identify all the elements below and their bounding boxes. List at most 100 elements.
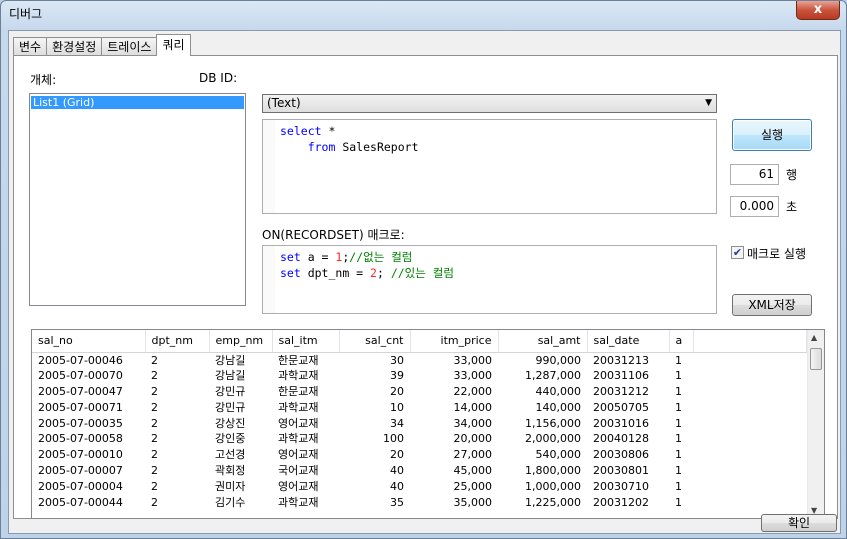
table-cell: 45,000: [453, 463, 493, 477]
result-grid[interactable]: sal_no dpt_nm emp_nm sal_itm sal_cnt itm…: [31, 329, 825, 519]
arrow-up-icon[interactable]: ▲: [811, 333, 817, 342]
column-header[interactable]: sal_date: [587, 330, 670, 353]
table-cell: 2: [151, 416, 158, 430]
table-row[interactable]: 2005-07-00046 2 강남길 한문교재 30 33,000 990,000 2003…: [32, 352, 806, 368]
scroll-thumb[interactable]: [810, 348, 822, 370]
table-row[interactable]: 2005-07-00010 2 고선경 영어교재 20 27,000 540,000 2003…: [32, 447, 806, 463]
table-cell: 강남길: [215, 369, 246, 383]
table-cell: 한문교재: [278, 353, 319, 367]
table-cell: 39: [390, 369, 404, 383]
object-list[interactable]: List1 (Grid): [29, 93, 246, 306]
table-cell: 1: [675, 495, 682, 509]
table-row[interactable]: 2005-07-00044 2 김기수 과학교재 35 35,000 1,225,000 20…: [32, 494, 806, 510]
table-cell: 2,000,000: [525, 432, 581, 446]
table-cell: 2: [151, 400, 158, 414]
column-header[interactable]: emp_nm: [209, 330, 273, 353]
table-cell: 2005-07-00007: [38, 463, 123, 477]
table-cell-empty: [693, 368, 806, 384]
table-cell: 35: [390, 495, 404, 509]
sql-keyword: from: [307, 139, 336, 154]
macro-run-label: 매크로 실행: [747, 247, 807, 261]
macro-text: set a = 1;//없는 컬럼 set dpt_nm = 2; //있는 컬…: [280, 250, 454, 281]
table-cell: 20031213: [593, 353, 649, 367]
tab-variables[interactable]: 변수: [13, 37, 48, 56]
table-cell-empty: [693, 399, 806, 415]
chevron-down-icon[interactable]: ▼: [705, 95, 712, 112]
object-label: 개체:: [30, 73, 57, 87]
ok-button[interactable]: 확인: [761, 514, 837, 532]
table-row[interactable]: 2005-07-00007 2 곽회정 국어교재 40 45,000 1,800,000 20…: [32, 463, 806, 479]
table-cell: 20030806: [593, 448, 649, 462]
list-item[interactable]: List1 (Grid): [31, 96, 244, 109]
table-cell: 20031212: [593, 384, 649, 398]
table-cell-empty: [693, 478, 806, 494]
seconds-field[interactable]: 0.000: [730, 196, 779, 217]
column-header[interactable]: itm_price: [410, 330, 499, 353]
table-cell: 34,000: [453, 416, 493, 430]
table-cell-empty: [693, 494, 806, 510]
table-cell: 10: [390, 400, 404, 414]
column-header[interactable]: sal_no: [32, 330, 146, 353]
column-header[interactable]: dpt_nm: [145, 330, 210, 353]
macro-comment: //있는 컬럼: [390, 265, 454, 280]
table-row[interactable]: 2005-07-00058 2 강인중 과학교재 100 20,000 2,000,000 2…: [32, 431, 806, 447]
table-cell: 2005-07-00044: [38, 495, 123, 509]
macro-editor[interactable]: set a = 1;//없는 컬럼 set dpt_nm = 2; //있는 컬…: [262, 245, 717, 314]
result-table: sal_no dpt_nm emp_nm sal_itm sal_cnt itm…: [32, 330, 807, 510]
rows-count-field[interactable]: 61: [730, 164, 779, 185]
table-cell: 1,225,000: [525, 495, 581, 509]
table-cell-empty: [693, 463, 806, 479]
table-cell: 34: [390, 416, 404, 430]
macro-run-checkbox[interactable]: ✔: [731, 246, 744, 259]
table-cell: 1: [675, 400, 682, 414]
seconds-unit-label: 초: [786, 200, 798, 214]
table-cell: 1: [675, 416, 682, 430]
tab-query[interactable]: 쿼리: [156, 34, 191, 56]
table-cell: 강상진: [215, 416, 246, 430]
table-cell: 강남길: [215, 353, 246, 367]
dbid-select[interactable]: (Text) ▼: [262, 94, 717, 113]
table-cell: 2005-07-00035: [38, 416, 123, 430]
table-cell-empty: [693, 447, 806, 463]
table-row[interactable]: 2005-07-00047 2 강민규 한문교재 20 22,000 440,000 2003…: [32, 384, 806, 400]
sql-text: select * from SalesReport: [280, 124, 419, 155]
column-header[interactable]: sal_itm: [272, 330, 340, 353]
table-row[interactable]: 2005-07-00071 2 강민규 과학교재 10 14,000 140,000 2005…: [32, 399, 806, 415]
table-cell: 2: [151, 353, 158, 367]
table-cell: 김기수: [215, 495, 246, 509]
table-cell: 1,800,000: [525, 463, 581, 477]
column-header[interactable]: sal_amt: [498, 330, 588, 353]
table-cell: 1,156,000: [525, 416, 581, 430]
macro-text-part: a =: [300, 250, 336, 264]
table-cell: 20040128: [593, 432, 649, 446]
sql-keyword: select: [280, 124, 322, 138]
table-cell: 1: [675, 463, 682, 477]
table-cell: 40: [390, 479, 404, 493]
checkmark-icon: ✔: [732, 246, 743, 259]
table-cell: 영어교재: [278, 448, 319, 462]
table-cell: 33,000: [453, 369, 493, 383]
table-cell: 강민규: [215, 384, 246, 398]
rows-unit-label: 행: [786, 168, 798, 182]
column-header[interactable]: a: [669, 330, 694, 353]
dbid-label: DB ID:: [199, 71, 238, 85]
table-cell: 1: [675, 353, 682, 367]
table-cell: 2005-07-00071: [38, 400, 123, 414]
table-row[interactable]: 2005-07-00070 2 강남길 과학교재 39 33,000 1,287,000 20…: [32, 368, 806, 384]
tab-settings[interactable]: 환경설정: [46, 37, 103, 56]
close-button[interactable]: x: [796, 1, 840, 20]
table-cell: 27,000: [453, 448, 493, 462]
run-button[interactable]: 실행: [732, 119, 812, 151]
sql-editor[interactable]: select * from SalesReport: [262, 119, 717, 214]
vertical-scrollbar[interactable]: ▲ ▼: [807, 330, 824, 518]
table-row[interactable]: 2005-07-00035 2 강상진 영어교재 34 34,000 1,156,000 20…: [32, 415, 806, 431]
table-cell: 2005-07-00004: [38, 479, 123, 493]
column-header[interactable]: sal_cnt: [339, 330, 411, 353]
table-cell-empty: [693, 431, 806, 447]
table-row[interactable]: 2005-07-00004 2 권미자 영어교재 40 25,000 1,000,000 20…: [32, 478, 806, 494]
table-cell: 140,000: [535, 400, 582, 414]
macro-keyword: set: [280, 265, 301, 280]
tab-trace[interactable]: 트레이스: [101, 37, 158, 56]
column-header-empty: [693, 330, 807, 353]
xml-save-button[interactable]: XML저장: [732, 294, 812, 316]
